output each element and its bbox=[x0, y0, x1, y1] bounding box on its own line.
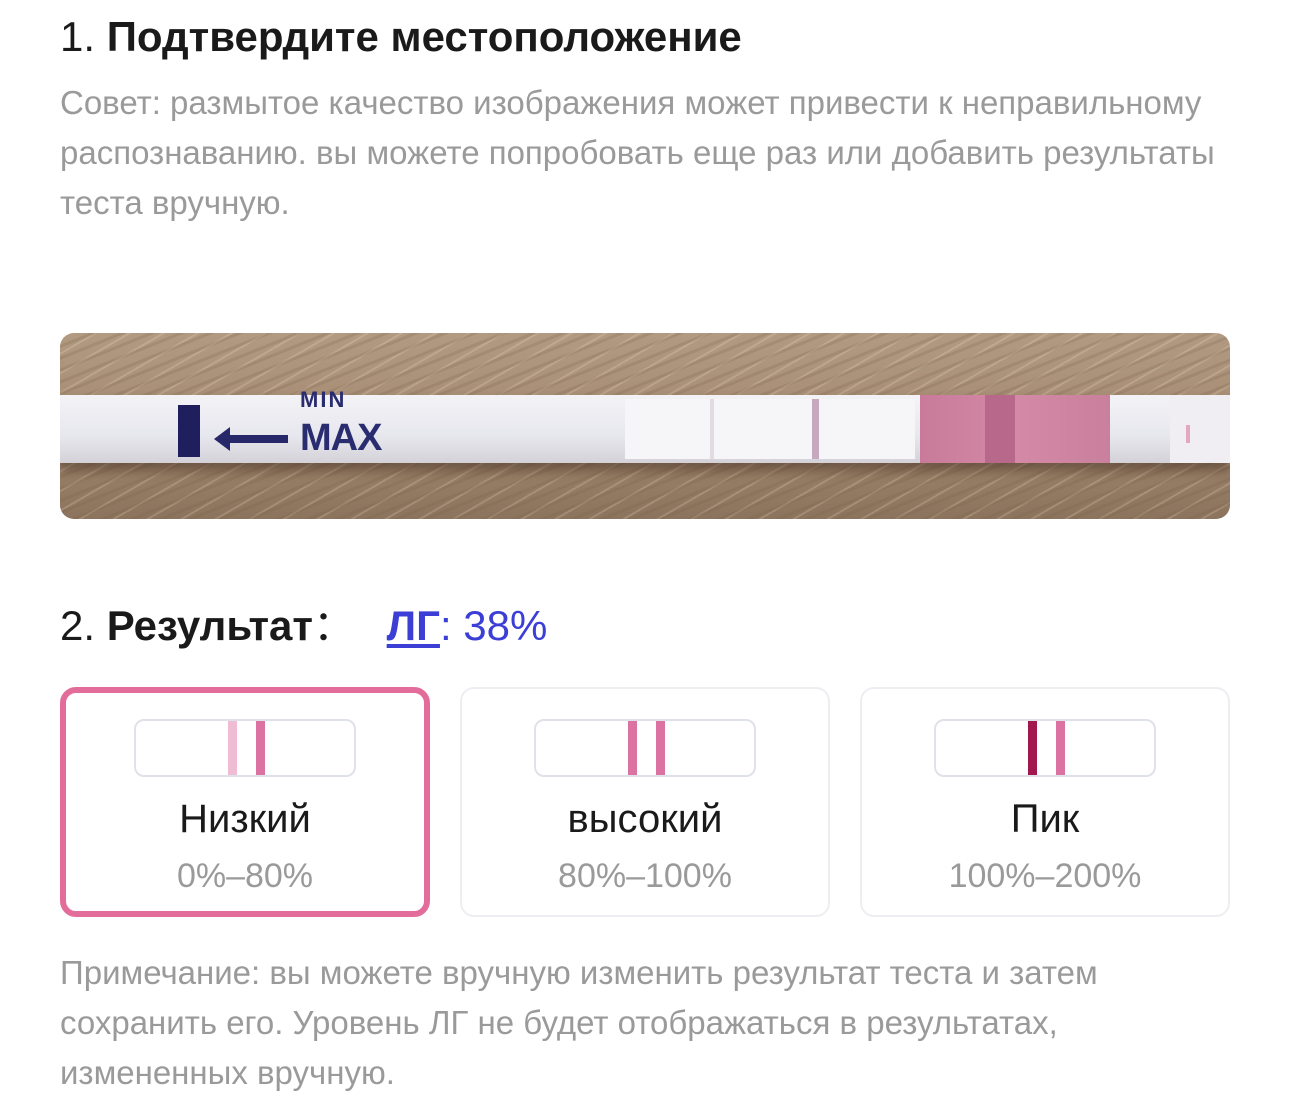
mini-strip-icon bbox=[934, 719, 1156, 777]
mini-strip-icon bbox=[134, 719, 356, 777]
step1-number: 1. bbox=[60, 13, 96, 60]
option-card-peak[interactable]: Пик 100%–200% bbox=[860, 687, 1230, 917]
mini-control-line bbox=[1056, 721, 1065, 775]
step2-separator: ： bbox=[312, 602, 355, 649]
strip-printed-max: MAX bbox=[300, 417, 382, 459]
option-range: 80%–100% bbox=[558, 857, 732, 895]
strip-absorbent-pad bbox=[920, 395, 1110, 463]
step2-title: Результат bbox=[106, 602, 313, 649]
test-strip-photo: MIN MAX bbox=[60, 333, 1230, 519]
note-text: Примечание: вы можете вручную изменить р… bbox=[60, 954, 1098, 1091]
step1-title-text: Подтвердите местоположение bbox=[106, 13, 742, 60]
mini-test-line bbox=[228, 721, 237, 775]
strip-handle-mark bbox=[178, 405, 200, 457]
test-strip: MIN MAX bbox=[60, 387, 1230, 463]
option-range: 100%–200% bbox=[948, 857, 1142, 895]
option-label: Пик bbox=[1010, 797, 1080, 841]
option-card-high[interactable]: высокий 80%–100% bbox=[460, 687, 830, 917]
option-label: Низкий bbox=[179, 797, 311, 841]
mini-test-line bbox=[1028, 721, 1037, 775]
strip-end bbox=[1170, 395, 1230, 463]
option-range: 0%–80% bbox=[176, 857, 314, 895]
strip-end-mark bbox=[1186, 425, 1190, 443]
option-card-low[interactable]: Низкий 0%–80% bbox=[60, 687, 430, 917]
lh-value: : 38% bbox=[439, 602, 548, 649]
mini-test-line bbox=[628, 721, 637, 775]
step2-number: 2. bbox=[60, 602, 96, 649]
mini-control-line bbox=[256, 721, 265, 775]
option-label: высокий bbox=[567, 797, 723, 841]
strip-test-line bbox=[710, 399, 714, 459]
step1-title: 1. Подтвердите местоположение bbox=[60, 8, 742, 66]
tip-text: Совет: размытое качество изображения мож… bbox=[60, 84, 1215, 221]
strip-arrow-icon bbox=[214, 427, 288, 451]
result-heading: 2. Результат： ЛГ: 38% bbox=[60, 596, 547, 656]
strip-printed-min: MIN bbox=[300, 387, 347, 412]
lh-link[interactable]: ЛГ bbox=[387, 602, 440, 649]
strip-control-line bbox=[812, 399, 819, 459]
mini-control-line bbox=[656, 721, 665, 775]
strip-result-window bbox=[625, 399, 915, 459]
strip-pad-shade bbox=[985, 395, 1015, 463]
mini-strip-icon bbox=[534, 719, 756, 777]
